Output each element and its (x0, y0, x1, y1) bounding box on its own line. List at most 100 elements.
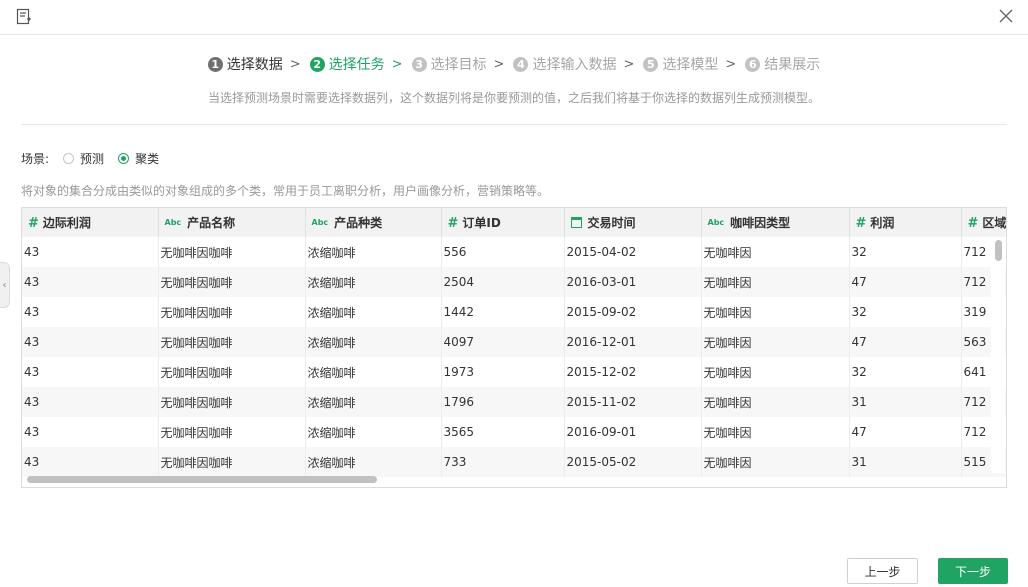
chevron-right-icon: > (725, 56, 737, 72)
scene-option-label[interactable]: 预测 (80, 150, 104, 167)
step-label: 选择任务 (328, 57, 385, 73)
table-header-row: # 边际利润 Abc 产品名称 Abc 产品种类 # 订单ID 交易时间 Abc 咖啡因类型 # 利润 #… (22, 208, 1007, 237)
column-header-label: 区域 (982, 216, 1007, 230)
table-row: 43 无咖啡因咖啡 浓缩咖啡 1796 2015-11-02 无咖啡因 31 712 (22, 387, 1006, 417)
data-preview-table: # 边际利润 Abc 产品名称 Abc 产品种类 # 订单ID 交易时间 Abc 咖啡因类型 # 利润 #… (21, 207, 1007, 488)
table-cell: 31 (849, 447, 962, 477)
table-cell: 43 (22, 417, 159, 447)
table-cell: 2015-05-02 (564, 447, 702, 477)
table-row: 43 无咖啡因咖啡 浓缩咖啡 4097 2016-12-01 无咖啡因 47 563 (22, 327, 1006, 357)
radio-icon[interactable] (118, 153, 130, 164)
column-header[interactable]: # 边际利润 (22, 208, 159, 237)
table-cell: 32 (849, 357, 962, 387)
horizontal-scrollbar[interactable] (27, 476, 377, 483)
table-cell: 2504 (441, 267, 565, 297)
table-row: 43 无咖啡因咖啡 浓缩咖啡 3565 2016-09-01 无咖啡因 47 712 (22, 417, 1006, 447)
next-step-button[interactable]: 下一步 (938, 558, 1008, 584)
table-cell: 浓缩咖啡 (305, 447, 442, 477)
table-cell: 浓缩咖啡 (305, 387, 442, 417)
table-cell: 浓缩咖啡 (305, 297, 442, 327)
scene-option-predict[interactable]: 预测 (63, 150, 104, 167)
close-icon[interactable] (998, 8, 1014, 24)
table-cell: 无咖啡因 (701, 267, 850, 297)
column-header[interactable]: # 订单ID (441, 208, 565, 237)
collapse-panel-handle[interactable]: ‹ (0, 262, 10, 308)
column-header[interactable]: Abc 产品名称 (158, 208, 306, 237)
text-abc-icon: Abc (311, 218, 329, 227)
column-header[interactable]: 交易时间 (564, 208, 702, 237)
table-row: 43 无咖啡因咖啡 浓缩咖啡 2504 2016-03-01 无咖啡因 47 712 (22, 267, 1006, 297)
number-icon: # (967, 216, 979, 231)
table-cell: 无咖啡因咖啡 (158, 417, 306, 447)
table-cell: 浓缩咖啡 (305, 267, 442, 297)
scene-option-label[interactable]: 聚类 (135, 150, 159, 167)
column-header[interactable]: Abc 产品种类 (305, 208, 442, 237)
table-cell: 556 (441, 237, 565, 267)
scene-description: 将对象的集合分成由类似的对象组成的多个类，常用于员工离职分析，用户画像分析，营销… (21, 184, 550, 198)
column-header-label: 订单ID (462, 216, 501, 230)
step-label: 选择模型 (662, 57, 719, 73)
table-cell: 32 (849, 297, 962, 327)
chevron-right-icon: > (493, 56, 505, 72)
table-cell: 无咖啡因咖啡 (158, 327, 306, 357)
table-cell: 2016-03-01 (564, 267, 702, 297)
calendar-icon (570, 217, 582, 228)
step-number-icon: 2 (309, 56, 325, 72)
table-cell: 1442 (441, 297, 565, 327)
table-cell: 无咖啡因 (701, 417, 850, 447)
radio-icon[interactable] (63, 153, 75, 164)
wizard-step: 3 选择目标 > (411, 54, 514, 74)
vertical-scrollbar-track[interactable] (991, 237, 1005, 473)
table-row: 43 无咖啡因咖啡 浓缩咖啡 1442 2015-09-02 无咖啡因 32 319 (22, 297, 1006, 327)
table-cell: 43 (22, 237, 159, 267)
table-cell: 无咖啡因 (701, 447, 850, 477)
table-cell: 2015-11-02 (564, 387, 702, 417)
wizard-step: 2 选择任务 > (309, 54, 412, 74)
table-cell: 32 (849, 237, 962, 267)
table-row: 43 无咖啡因咖啡 浓缩咖啡 1973 2015-12-02 无咖啡因 32 641 (22, 357, 1006, 387)
vertical-scrollbar[interactable] (995, 240, 1002, 261)
table-cell: 47 (849, 417, 962, 447)
table-cell: 31 (849, 387, 962, 417)
table-cell: 无咖啡因咖啡 (158, 237, 306, 267)
table-cell: 4097 (441, 327, 565, 357)
step-number-icon: 5 (643, 56, 659, 72)
table-cell: 无咖啡因 (701, 327, 850, 357)
step-label: 选择目标 (430, 57, 487, 73)
table-cell: 43 (22, 267, 159, 297)
column-header[interactable]: Abc 咖啡因类型 (701, 208, 850, 237)
prev-step-button[interactable]: 上一步 (847, 558, 918, 584)
table-cell: 2015-04-02 (564, 237, 702, 267)
table-cell: 43 (22, 357, 159, 387)
step-label: 选择输入数据 (532, 57, 617, 73)
column-header-label: 交易时间 (587, 216, 636, 230)
number-icon: # (447, 216, 459, 231)
column-header-label: 边际利润 (42, 216, 91, 230)
table-cell: 47 (849, 327, 962, 357)
scene-selector: 场景: 预测 聚类 (21, 150, 159, 167)
wizard-steps: 1 选择数据 >2 选择任务 >3 选择目标 >4 选择输入数据 >5 选择模型 >6 结果展示 (0, 54, 1028, 74)
table-cell: 无咖啡因咖啡 (158, 387, 306, 417)
column-header-label: 产品种类 (334, 216, 383, 230)
table-cell: 733 (441, 447, 565, 477)
scene-option-cluster[interactable]: 聚类 (118, 150, 159, 167)
step-number-icon: 6 (745, 56, 761, 72)
table-cell: 43 (22, 387, 159, 417)
table-cell: 无咖啡因咖啡 (158, 447, 306, 477)
table-cell: 1973 (441, 357, 565, 387)
wizard-step: 5 选择模型 > (643, 54, 745, 74)
divider (21, 124, 1007, 125)
table-cell: 2016-12-01 (564, 327, 702, 357)
table-cell: 无咖啡因咖啡 (158, 267, 306, 297)
wizard-step: 1 选择数据 > (207, 54, 310, 74)
chevron-right-icon: > (623, 56, 635, 72)
column-header[interactable]: # 利润 (849, 208, 962, 237)
dialog-header (0, 0, 1028, 35)
column-header[interactable]: # 区域 (961, 208, 1007, 237)
table-cell: 浓缩咖啡 (305, 237, 442, 267)
wizard-step: 6 结果展示 (745, 54, 820, 74)
table-row: 43 无咖啡因咖啡 浓缩咖啡 556 2015-04-02 无咖啡因 32 712 (22, 237, 1006, 267)
column-header-label: 利润 (870, 216, 895, 230)
column-header-label: 咖啡因类型 (730, 216, 791, 230)
table-cell: 2015-09-02 (564, 297, 702, 327)
